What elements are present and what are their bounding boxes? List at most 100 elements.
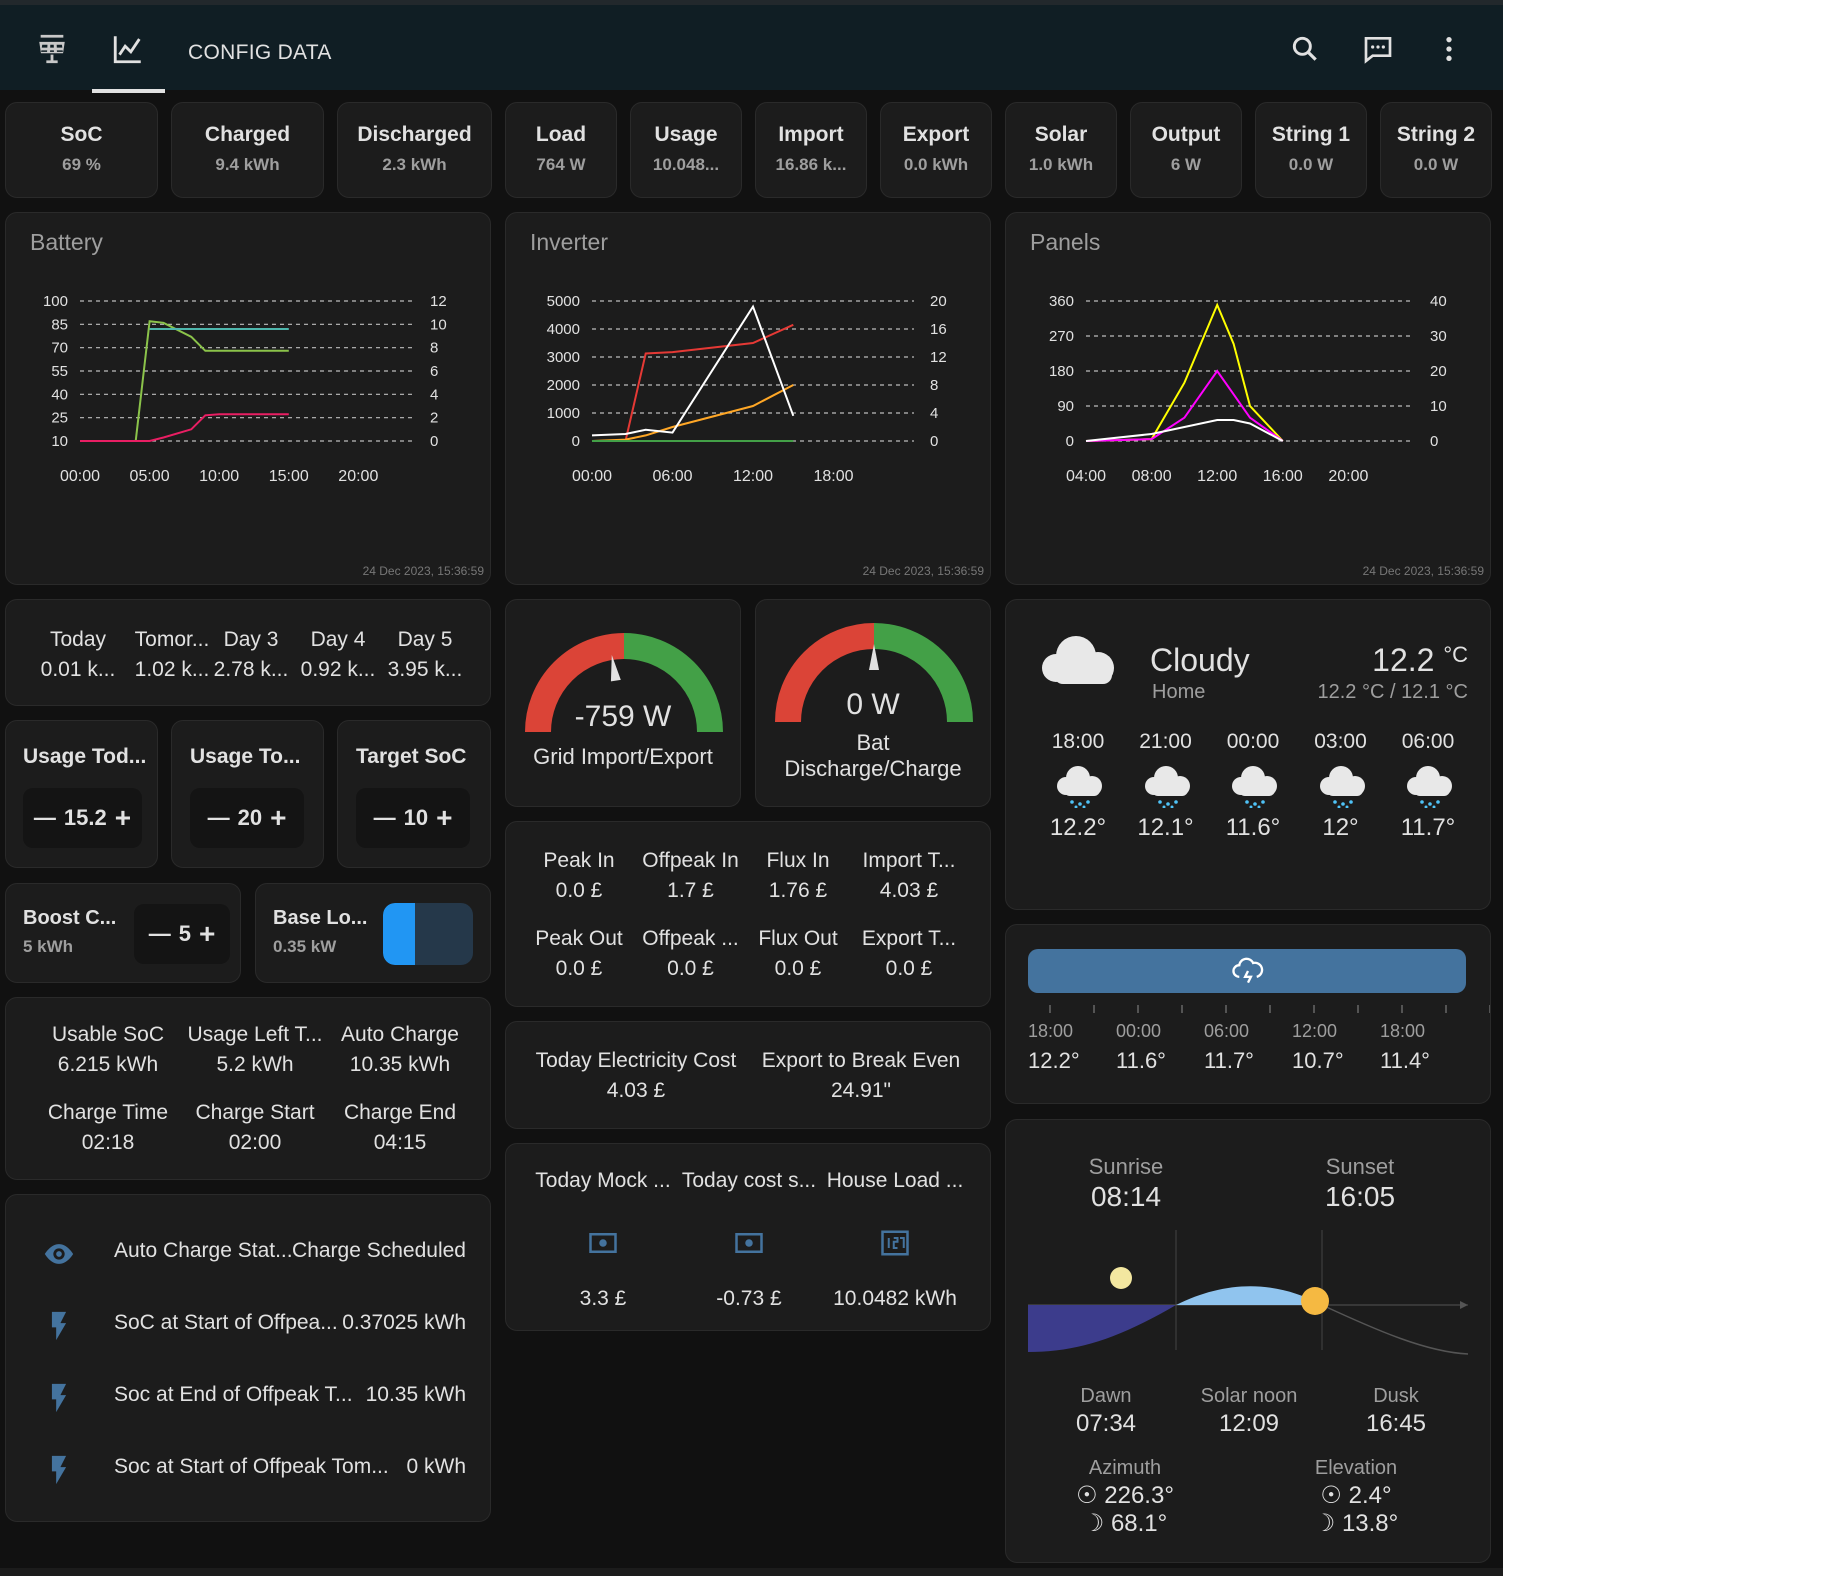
entity-name: SoC at Start of Offpea... <box>114 1311 338 1334</box>
hourly-item: 18:00 12.2° <box>1034 730 1122 842</box>
minus-icon[interactable]: — <box>374 805 396 831</box>
usage-today-stepper: — 15.2 + <box>23 788 142 848</box>
x-tick-label: 15:00 <box>269 468 309 485</box>
chip-value: 764 W <box>536 155 586 174</box>
x-tick-label: 00:00 <box>60 468 100 485</box>
y2-tick-label: 0 <box>430 433 438 450</box>
y-tick-label: 0 <box>1066 433 1074 450</box>
weather-timeline-card[interactable]: 18:00 12.2° 00:00 11.6° 06:00 11.7° 12:00 10.7°… <box>1005 924 1491 1104</box>
gauge-label: Bat <box>856 730 890 755</box>
minus-icon[interactable]: — <box>34 805 56 831</box>
chip-output[interactable]: Output 6 W <box>1130 102 1242 198</box>
entity-value: 0.37025 kWh <box>342 1311 466 1334</box>
grid-gauge-card[interactable]: -759 W Grid Import/Export <box>505 599 741 807</box>
cloudy-icon <box>1036 628 1120 699</box>
today-mock[interactable]: Today Mock ... <box>530 1166 676 1196</box>
hourly-time: 00:00 <box>1226 730 1280 753</box>
battery-gauge-card[interactable]: 0 W Bat Discharge/Charge <box>755 599 991 807</box>
entity-row[interactable]: Soc at End of Offpeak T... 10.35 kWh <box>6 1361 490 1433</box>
panels-chart[interactable]: 360 270 180 90 0 40 30 20 10 0 04:00 08:00 12:00 16:0… <box>1006 213 1491 585</box>
y2-tick-label: 12 <box>430 293 447 310</box>
entity-row[interactable]: Soc at Start of Offpeak Tom... 0 kWh <box>6 1433 490 1505</box>
entity-row[interactable]: SoC at Start of Offpea... 0.37025 kWh <box>6 1289 490 1361</box>
chip-usage[interactable]: Usage 10.048... <box>630 102 742 198</box>
y2-tick-label: 20 <box>1430 363 1447 380</box>
bottom-edge <box>0 1568 1503 1576</box>
charge-end: Charge End 04:15 <box>343 1101 457 1154</box>
battery-chart-card: Battery 100 85 70 55 40 25 10 12 10 8 6 4 2 0 00:00 05:… <box>5 212 491 585</box>
battery-chart[interactable]: 100 85 70 55 40 25 10 12 10 8 6 4 2 0 00:00 05:00 10:00 1… <box>6 213 491 585</box>
solar-panel-icon[interactable] <box>32 29 72 69</box>
azimuth: Azimuth ☉ 226.3° ☽ 68.1° <box>1076 1457 1174 1537</box>
plus-icon[interactable]: + <box>199 918 215 950</box>
plus-icon[interactable]: + <box>115 802 131 834</box>
more-vert-icon[interactable] <box>1429 29 1469 69</box>
timeline-time: 12:00 <box>1292 1021 1338 1041</box>
cash-icon <box>588 1230 618 1261</box>
chip-title: Import <box>778 123 844 146</box>
charge-start: Charge Start 02:00 <box>195 1101 315 1154</box>
series-line <box>592 323 794 442</box>
plus-icon[interactable]: + <box>270 802 286 834</box>
y-tick-label: 3000 <box>547 349 580 366</box>
inverter-chart[interactable]: 5000 4000 3000 2000 1000 0 20 16 12 8 4 0 00:00 06:00… <box>506 213 991 585</box>
entity-row[interactable]: Auto Charge Stat... Charge Scheduled <box>6 1217 490 1289</box>
timeline-ticks <box>1049 1005 1490 1013</box>
hourly-temp: 12.1° <box>1137 814 1194 841</box>
cloud-rain-icon <box>1230 955 1266 992</box>
timeline-temp: 10.7° <box>1292 1048 1344 1073</box>
usable-soc: Usable SoC 6.215 kWh <box>51 1023 165 1076</box>
minus-icon[interactable]: — <box>208 805 230 831</box>
base-load-card: Base Lo... 0.35 kW <box>255 883 491 983</box>
chip-solar[interactable]: Solar 1.0 kWh <box>1005 102 1117 198</box>
search-icon[interactable] <box>1285 29 1325 69</box>
gauge-value: -759 W <box>574 700 672 733</box>
entity-name: Soc at End of Offpeak T... <box>114 1383 353 1406</box>
inverter-chart-card: Inverter 5000 4000 3000 2000 1000 0 20 16 12 8 4 0 0… <box>505 212 991 585</box>
card-title: Usage To... <box>190 745 301 768</box>
tab-config-data[interactable]: CONFIG DATA <box>188 41 332 65</box>
today-cost-saving[interactable]: Today cost s... <box>676 1166 822 1196</box>
chip-export[interactable]: Export 0.0 kWh <box>880 102 992 198</box>
gauge-label: Discharge/Charge <box>784 756 962 781</box>
rainy-cloud-icon <box>1404 762 1456 814</box>
x-tick-label: 06:00 <box>652 468 692 485</box>
chip-string-1[interactable]: String 1 0.0 W <box>1255 102 1367 198</box>
chip-soc[interactable]: SoC 69 % <box>5 102 158 198</box>
dawn: Dawn 07:34 <box>1075 1385 1137 1437</box>
auto-charge: Auto Charge 10.35 kWh <box>341 1023 459 1076</box>
y-tick-label: 270 <box>1049 328 1074 345</box>
chip-value: 10.048... <box>652 155 720 174</box>
chip-title: Solar <box>1034 123 1088 146</box>
forecast-today: Today 0.01 k... <box>40 628 116 681</box>
chat-icon[interactable] <box>1358 29 1398 69</box>
minus-icon[interactable]: — <box>149 921 171 947</box>
hourly-item: 00:00 11.6° <box>1209 730 1297 842</box>
chart-line-icon[interactable] <box>108 29 148 69</box>
chip-import[interactable]: Import 16.86 k... <box>755 102 867 198</box>
hourly-item: 03:00 12° <box>1297 730 1385 842</box>
chip-load[interactable]: Load 764 W <box>505 102 617 198</box>
timeline-time: 00:00 <box>1116 1021 1162 1041</box>
house-load[interactable]: House Load ... <box>822 1166 968 1196</box>
card-subtitle: 5 kWh <box>23 937 74 956</box>
plus-icon[interactable]: + <box>436 802 452 834</box>
sun-path-graph <box>1028 1230 1469 1355</box>
x-tick-label: 08:00 <box>1132 468 1172 485</box>
entity-name: Auto Charge Stat... <box>114 1239 293 1262</box>
base-load-slider[interactable] <box>383 903 473 965</box>
timeline-item: 18:00 12.2° <box>1028 1021 1098 1074</box>
series-line <box>80 320 289 442</box>
y2-tick-label: 6 <box>430 363 438 380</box>
forecast-day-5: Day 5 3.95 k... <box>387 628 463 681</box>
offpeak-in: Offpeak In 1.7 £ <box>642 849 739 902</box>
gauge-label: Grid Import/Export <box>533 744 713 769</box>
chip-charged[interactable]: Charged 9.4 kWh <box>171 102 324 198</box>
moon-marker <box>1110 1267 1132 1289</box>
weather-card[interactable]: Cloudy Home 12.2 °C 12.2 °C / 12.1 °C 18… <box>1005 599 1491 910</box>
hourly-time: 21:00 <box>1139 730 1192 753</box>
chip-discharged[interactable]: Discharged 2.3 kWh <box>337 102 492 198</box>
usage-tomorrow-stepper: — 20 + <box>190 788 304 848</box>
chip-string-2[interactable]: String 2 0.0 W <box>1380 102 1492 198</box>
y-tick-label: 70 <box>51 340 68 357</box>
